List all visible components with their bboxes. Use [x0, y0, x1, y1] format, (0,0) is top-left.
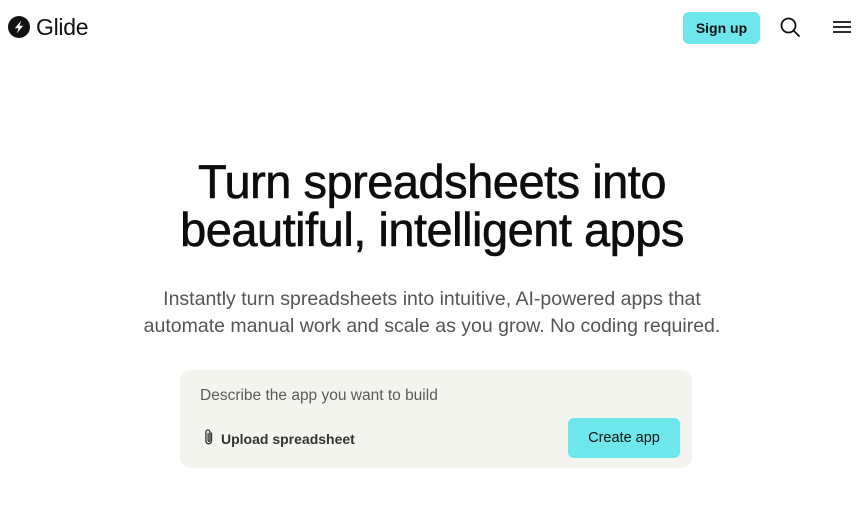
bolt-circle-icon: [8, 16, 30, 38]
hero-subtitle-line-1: Instantly turn spreadsheets into intuiti…: [163, 288, 701, 310]
hero-title-line-1: Turn spreadsheets into: [198, 155, 667, 208]
search-button[interactable]: [778, 16, 802, 40]
hero-title-line-2: beautiful, intelligent apps: [180, 203, 685, 256]
hero-title: Turn spreadsheets into beautiful, intell…: [0, 155, 864, 256]
app-description-input[interactable]: [200, 384, 670, 408]
hero-subtitle-line-2: automate manual work and scale as you gr…: [143, 315, 721, 337]
logo-link[interactable]: Glide: [8, 14, 89, 40]
logo-text: Glide: [36, 14, 89, 40]
page: Glide Sign up Turn spreadsheets into bea…: [0, 0, 864, 507]
site-header: Glide Sign up: [0, 0, 864, 56]
paperclip-icon: [202, 428, 216, 449]
hero-subtitle: Instantly turn spreadsheets into intuiti…: [0, 286, 864, 340]
hamburger-menu-icon: [831, 21, 853, 41]
app-prompt-box: Upload spreadsheet Create app: [180, 370, 692, 468]
upload-spreadsheet-button[interactable]: Upload spreadsheet: [202, 428, 355, 449]
create-app-button[interactable]: Create app: [568, 418, 680, 458]
menu-button[interactable]: [830, 16, 854, 40]
search-icon: [779, 17, 801, 41]
upload-spreadsheet-label: Upload spreadsheet: [221, 430, 355, 447]
sign-up-button[interactable]: Sign up: [683, 12, 760, 44]
